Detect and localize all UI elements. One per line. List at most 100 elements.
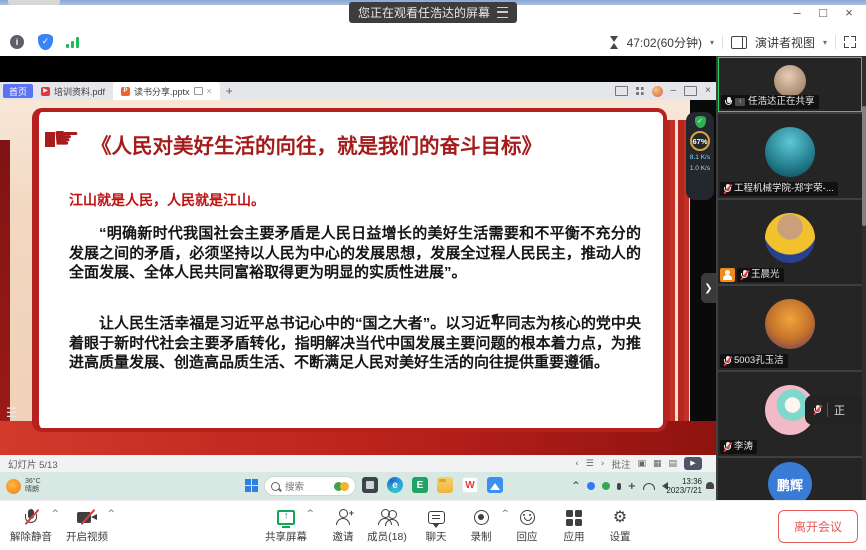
meeting-app-icon[interactable] bbox=[487, 477, 503, 493]
wps-account-avatar[interactable] bbox=[652, 86, 663, 97]
wps-close-icon[interactable]: × bbox=[705, 86, 711, 96]
avatar-initials: 鹏辉 bbox=[768, 462, 812, 500]
meeting-control-bar: ^ 解除静音 ^ 开启视频 ^ 共享屏幕 + 邀请 成员(18) 聊天 ^ 录制… bbox=[0, 500, 866, 550]
participant-tile[interactable]: 5003孔玉洁 bbox=[718, 286, 862, 370]
weather-widget[interactable]: 36°C 晴朗 bbox=[6, 478, 41, 494]
video-options-caret[interactable]: ^ bbox=[107, 509, 115, 519]
tab-pin-icon[interactable] bbox=[194, 87, 203, 95]
smiley-icon bbox=[520, 510, 535, 525]
share-options-caret[interactable]: ^ bbox=[306, 509, 314, 519]
slide-subtitle: 江山就是人民，人民就是江山。 bbox=[69, 190, 265, 210]
unmute-button[interactable]: ^ 解除静音 bbox=[4, 507, 58, 544]
members-button[interactable]: 成员(18) bbox=[360, 507, 414, 544]
sidebar-collapse-arrow[interactable]: ❯ bbox=[701, 273, 716, 303]
banner-menu-icon[interactable] bbox=[497, 7, 508, 18]
normal-view-icon[interactable]: ▣ bbox=[637, 459, 646, 469]
sidebar-scrollbar[interactable] bbox=[862, 56, 866, 500]
participant-tile-sharing[interactable]: 任浩达正在共享 bbox=[718, 57, 862, 112]
grid-view-icon[interactable]: ▦ bbox=[653, 459, 662, 469]
wps-doc-tab-2[interactable]: P 读书分享.pptx × bbox=[113, 82, 220, 100]
share-screen-button[interactable]: ^ 共享屏幕 bbox=[259, 507, 313, 544]
presenter-menu-icon[interactable]: ☰ bbox=[6, 406, 18, 421]
tray-mic-icon[interactable] bbox=[617, 483, 621, 490]
doc-tab-label: 培训资料.pdf bbox=[54, 85, 105, 98]
wifi-icon[interactable] bbox=[643, 483, 655, 490]
participant-name: 王晨光 bbox=[751, 268, 780, 282]
security-shield-icon[interactable] bbox=[38, 34, 53, 50]
participant-name: 任浩达正在共享 bbox=[748, 95, 815, 109]
info-icon[interactable] bbox=[10, 35, 24, 49]
next-slide-icon[interactable]: › bbox=[601, 459, 605, 469]
prev-slide-icon[interactable]: ‹ bbox=[575, 459, 579, 469]
taskbar-clock[interactable]: 13:36 2023/7/21 bbox=[666, 477, 702, 495]
edge-browser-icon[interactable]: e bbox=[387, 477, 403, 493]
participant-tile[interactable]: 鹏辉 bbox=[718, 458, 862, 500]
mic-options-caret[interactable]: ^ bbox=[51, 509, 59, 519]
task-view-icon[interactable] bbox=[362, 477, 378, 493]
avatar bbox=[774, 65, 806, 97]
participant-tile[interactable]: 王晨光 bbox=[718, 200, 862, 284]
record-icon bbox=[474, 510, 489, 525]
wps-restore-icon[interactable] bbox=[684, 86, 697, 96]
view-mode-label[interactable]: 演讲者视图 bbox=[755, 34, 815, 51]
wps-home-tab[interactable]: 首页 bbox=[3, 84, 33, 98]
minimize-button[interactable]: – bbox=[790, 6, 804, 20]
wps-layout-icon[interactable] bbox=[615, 86, 628, 96]
timer-hourglass-icon bbox=[610, 36, 619, 49]
start-video-button[interactable]: ^ 开启视频 bbox=[60, 507, 114, 544]
mic-muted-icon bbox=[724, 356, 731, 366]
leave-meeting-button[interactable]: 离开会议 bbox=[778, 510, 858, 543]
members-icon bbox=[377, 509, 397, 525]
mic-on-icon bbox=[725, 97, 732, 107]
tray-input-icon[interactable]: + bbox=[628, 481, 636, 492]
new-tab-button[interactable]: + bbox=[226, 84, 233, 98]
network-signal-icon[interactable] bbox=[66, 37, 79, 48]
e-app-icon[interactable] bbox=[412, 477, 428, 493]
tray-app-icon[interactable] bbox=[602, 482, 610, 490]
taskbar-search[interactable]: 搜索 bbox=[264, 476, 356, 496]
close-button[interactable]: × bbox=[842, 6, 856, 20]
system-monitor-widget[interactable]: 67% 8.1 K/s 1.0 K/s bbox=[686, 112, 714, 200]
sun-icon bbox=[6, 479, 21, 494]
shared-screen: 首页 ▶ 培训资料.pdf P 读书分享.pptx × + – × ☛ 《 bbox=[0, 56, 716, 500]
slideshow-play-button[interactable]: ▶ bbox=[684, 457, 702, 470]
wps-minimize-icon[interactable]: – bbox=[671, 86, 677, 96]
timer-dropdown-icon[interactable]: ▾ bbox=[710, 38, 714, 47]
participant-tile[interactable]: 工程机械学院-郑宇荣-... bbox=[718, 114, 862, 198]
share-screen-icon bbox=[277, 510, 295, 525]
meeting-timer: 47:02(60分钟) bbox=[627, 34, 702, 51]
mic-muted-icon bbox=[741, 270, 748, 280]
file-explorer-icon[interactable] bbox=[437, 477, 453, 493]
reactions-button[interactable]: 回应 bbox=[500, 507, 554, 544]
wps-app-icon[interactable] bbox=[462, 477, 478, 493]
popup-text: 正 bbox=[834, 402, 845, 418]
pointing-hand-icon: ☛ bbox=[53, 124, 80, 154]
tray-expand-icon[interactable]: ^ bbox=[572, 481, 580, 491]
system-tray[interactable]: ^ + bbox=[572, 472, 668, 500]
windows-start-button[interactable] bbox=[245, 479, 258, 492]
annotate-button[interactable]: 批注 bbox=[611, 457, 630, 471]
mic-muted-icon bbox=[724, 184, 731, 194]
doc-tab-label: 读书分享.pptx bbox=[134, 85, 190, 98]
host-badge-icon bbox=[720, 268, 735, 282]
slide-canvas: ☛ 《人民对美好生活的向往，就是我们的奋斗目标》 江山就是人民，人民就是江山。 … bbox=[0, 100, 716, 455]
slide-list-icon[interactable]: ☰ bbox=[586, 459, 594, 469]
read-view-icon[interactable]: ▤ bbox=[668, 459, 677, 469]
maximize-button[interactable]: □ bbox=[816, 6, 830, 20]
participant-hover-popup[interactable]: 正 bbox=[805, 395, 866, 425]
fullscreen-icon[interactable] bbox=[844, 36, 856, 48]
tray-app-icon[interactable] bbox=[587, 482, 595, 490]
notification-bell-icon[interactable] bbox=[706, 482, 714, 489]
settings-button[interactable]: ⚙ 设置 bbox=[593, 507, 647, 544]
view-dropdown-icon[interactable]: ▾ bbox=[823, 38, 827, 47]
search-highlight-icon bbox=[334, 482, 349, 491]
wps-doc-tab-1[interactable]: ▶ 培训资料.pdf bbox=[33, 82, 113, 100]
gear-icon: ⚙ bbox=[613, 509, 627, 525]
upload-speed: 8.1 K/s bbox=[690, 154, 710, 162]
avatar bbox=[765, 299, 815, 349]
tab-close-icon[interactable]: × bbox=[207, 86, 212, 96]
wps-grid-icon[interactable] bbox=[636, 87, 644, 95]
slide-paragraph-1: “明确新时代我国社会主要矛盾是人民日益增长的美好生活需要和不平衡不充分的发展之间… bbox=[69, 224, 641, 283]
watching-banner[interactable]: 您正在观看任浩达的屏幕 bbox=[349, 2, 517, 23]
widget-shield-icon bbox=[695, 116, 706, 128]
